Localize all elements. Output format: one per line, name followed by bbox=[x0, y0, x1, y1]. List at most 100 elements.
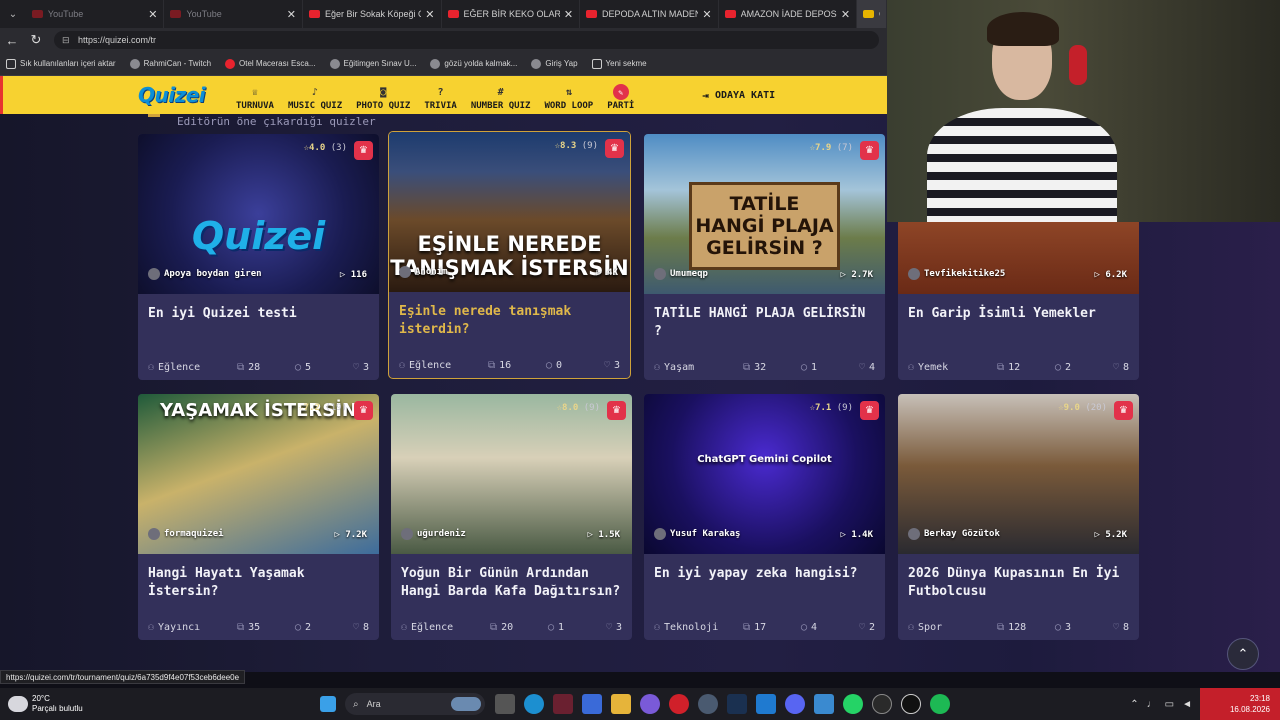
microphone-icon[interactable]: ♩ bbox=[1147, 699, 1157, 710]
quiz-thumbnail[interactable]: EŞİNLE NEREDE TANIŞMAK İSTERSİN ☆8.3 (9)… bbox=[389, 132, 630, 292]
quiz-card[interactable]: EŞİNLE NEREDE TANIŞMAK İSTERSİN ☆8.3 (9)… bbox=[388, 131, 631, 379]
quiz-title[interactable]: Yoğun Bir Günün Ardından Hangi Barda Kaf… bbox=[391, 554, 632, 614]
quiz-thumbnail[interactable]: YAŞAMAK İSTERSİN ☆7.2 (19) ♛ formaquizei… bbox=[138, 394, 379, 554]
like-count[interactable]: ♡ 8 bbox=[1105, 362, 1129, 373]
bookmark-egitimgen[interactable]: Eğitimgen Sınav U... bbox=[329, 58, 416, 69]
bookmark-twitch[interactable]: RahmiCan - Twitch bbox=[129, 58, 211, 69]
weather-widget[interactable]: 20°C Parçalı bulutlu bbox=[0, 688, 228, 720]
like-count[interactable]: ♡ 3 bbox=[345, 362, 369, 373]
like-count[interactable]: ♡ 8 bbox=[1105, 622, 1129, 633]
like-count[interactable]: ♡ 3 bbox=[596, 360, 620, 371]
opera-icon[interactable] bbox=[669, 694, 689, 714]
quiz-card[interactable]: TATİLE HANGİ PLAJA GELİRSİN ? ☆7.9 (7) ♛… bbox=[644, 134, 885, 380]
scroll-to-top-button[interactable]: ⌃ bbox=[1227, 638, 1259, 670]
bookmark-import[interactable]: Sık kullanılanları içeri aktar bbox=[6, 58, 116, 69]
like-count[interactable]: ♡ 4 bbox=[851, 362, 875, 373]
author[interactable]: formaquizei bbox=[148, 528, 224, 540]
back-icon[interactable]: ← bbox=[0, 28, 24, 52]
url-field[interactable]: ⊟ https://quizei.com/tr bbox=[54, 31, 879, 49]
quiz-card[interactable]: ☆9.0 (20) ♛ Berkay Gözütok ▷ 5.2K 2026 D… bbox=[898, 394, 1139, 640]
nav-number-quiz[interactable]: # NUMBER QUIZ bbox=[471, 76, 531, 114]
category[interactable]: ⚇ Yaşam bbox=[654, 362, 743, 373]
browser-tab[interactable]: AMAZON İADE DEPOSUND✕ bbox=[719, 0, 858, 28]
browser-tab[interactable]: YouTube ✕ bbox=[164, 0, 303, 28]
nav-parti[interactable]: ✎ PARTİ bbox=[607, 76, 634, 114]
windows-start-icon[interactable] bbox=[320, 696, 336, 712]
join-room-button[interactable]: ⇥ ODAYA KATI bbox=[702, 89, 775, 102]
task-view-icon[interactable] bbox=[495, 694, 515, 714]
quiz-title[interactable]: En Garip İsimli Yemekler bbox=[898, 294, 1139, 354]
file-explorer-icon[interactable] bbox=[611, 694, 631, 714]
author[interactable]: uğurdeniz bbox=[401, 528, 466, 540]
spotify-icon[interactable] bbox=[930, 694, 950, 714]
category[interactable]: ⚇ Yayıncı bbox=[148, 622, 237, 633]
taskbar-search[interactable]: ⌕ Ara bbox=[345, 693, 485, 715]
tab-close-icon[interactable]: ✕ bbox=[148, 8, 157, 21]
chatgpt-icon[interactable] bbox=[872, 694, 892, 714]
tab-close-icon[interactable]: ✕ bbox=[425, 8, 434, 21]
discord-icon[interactable] bbox=[785, 694, 805, 714]
quiz-card[interactable]: Quizei ☆4.0 (3) ♛ Apoya boydan giren ▷ 1… bbox=[138, 134, 379, 380]
author[interactable]: Tevfikekitike25 bbox=[908, 268, 1005, 280]
nav-photo-quiz[interactable]: ◙ PHOTO QUIZ bbox=[356, 76, 410, 114]
browser-tab[interactable]: Eğer Bir Sokak Köpeği Olarak✕ bbox=[303, 0, 442, 28]
quiz-title[interactable]: En iyi Quizei testi bbox=[138, 294, 379, 354]
settings-icon[interactable] bbox=[698, 694, 718, 714]
tab-close-icon[interactable]: ✕ bbox=[702, 8, 711, 21]
crown-icon[interactable]: ♛ bbox=[354, 141, 373, 160]
quiz-card[interactable]: ☆8.0 (9) ♛ uğurdeniz ▷ 1.5K Yoğun Bir Gü… bbox=[391, 394, 632, 640]
steam-icon[interactable] bbox=[727, 694, 747, 714]
crown-icon[interactable]: ♛ bbox=[354, 401, 373, 420]
site-info-icon[interactable]: ⊟ bbox=[62, 35, 72, 46]
browser-tab-active[interactable]: Q bbox=[857, 0, 888, 28]
clock[interactable]: 23:18 16.08.2026 bbox=[1200, 688, 1280, 720]
tab-list-menu-icon[interactable]: ⌄ bbox=[0, 0, 26, 28]
network-icon[interactable]: ▭ bbox=[1165, 699, 1174, 710]
crown-icon[interactable]: ♛ bbox=[1114, 401, 1133, 420]
crown-icon[interactable]: ♛ bbox=[605, 139, 624, 158]
store-icon[interactable] bbox=[582, 694, 602, 714]
author[interactable]: Anonim bbox=[399, 266, 448, 278]
quizei-logo[interactable]: Quizei bbox=[138, 83, 236, 107]
category[interactable]: ⚇ Yemek bbox=[908, 362, 997, 373]
nav-music-quiz[interactable]: ♪ MUSIC QUIZ bbox=[288, 76, 342, 114]
nav-turnuva[interactable]: ♕ TURNUVA bbox=[236, 76, 274, 114]
quiz-card[interactable]: YAŞAMAK İSTERSİN ☆7.2 (19) ♛ formaquizei… bbox=[138, 394, 379, 640]
category[interactable]: ⚇ Eğlence bbox=[148, 362, 237, 373]
whatsapp-icon[interactable] bbox=[843, 694, 863, 714]
bookmark-giris[interactable]: Giriş Yap bbox=[531, 58, 578, 69]
author[interactable]: Yusuf Karakaş bbox=[654, 528, 740, 540]
quiz-title[interactable]: 2026 Dünya Kupasının En İyi Futbolcusu bbox=[898, 554, 1139, 614]
quiz-thumbnail[interactable]: ChatGPT Gemini Copilot ☆7.1 (9) ♛ Yusuf … bbox=[644, 394, 885, 554]
tab-close-icon[interactable]: ✕ bbox=[841, 8, 850, 21]
quiz-thumbnail[interactable]: ☆8.0 (9) ♛ uğurdeniz ▷ 1.5K bbox=[391, 394, 632, 554]
app-icon[interactable] bbox=[553, 694, 573, 714]
like-count[interactable]: ♡ 2 bbox=[851, 622, 875, 633]
quiz-thumbnail[interactable]: TATİLE HANGİ PLAJA GELİRSİN ? ☆7.9 (7) ♛… bbox=[644, 134, 885, 294]
copilot-icon[interactable] bbox=[640, 694, 660, 714]
edge-icon[interactable] bbox=[524, 694, 544, 714]
category[interactable]: ⚇ Teknoloji bbox=[654, 622, 743, 633]
bookmark-otel[interactable]: Otel Macerası Esca... bbox=[225, 58, 316, 69]
quiz-card[interactable]: ChatGPT Gemini Copilot ☆7.1 (9) ♛ Yusuf … bbox=[644, 394, 885, 640]
category[interactable]: ⚇ Spor bbox=[908, 622, 997, 633]
volume-icon[interactable]: ◄ bbox=[1182, 699, 1192, 710]
browser-tab[interactable]: EĞER BİR KEKO OLARAK DO✕ bbox=[442, 0, 581, 28]
tab-close-icon[interactable]: ✕ bbox=[564, 8, 573, 21]
reload-icon[interactable]: ↻ bbox=[24, 28, 48, 52]
category[interactable]: ⚇ Eğlence bbox=[399, 360, 488, 371]
notepad-icon[interactable] bbox=[814, 694, 834, 714]
crown-icon[interactable]: ♛ bbox=[860, 401, 879, 420]
vscode-icon[interactable] bbox=[756, 694, 776, 714]
nav-word-loop[interactable]: ⇅ WORD LOOP bbox=[544, 76, 593, 114]
quiz-title[interactable]: Hangi Hayatı Yaşamak İstersin? bbox=[138, 554, 379, 614]
quiz-title[interactable]: En iyi yapay zeka hangisi? bbox=[644, 554, 885, 614]
nav-trivia[interactable]: ? TRIVIA bbox=[424, 76, 457, 114]
like-count[interactable]: ♡ 8 bbox=[345, 622, 369, 633]
quiz-thumbnail[interactable]: ☆9.0 (20) ♛ Berkay Gözütok ▷ 5.2K bbox=[898, 394, 1139, 554]
browser-tab[interactable]: YouTube ✕ bbox=[26, 0, 165, 28]
category[interactable]: ⚇ Eğlence bbox=[401, 622, 490, 633]
obs-icon[interactable] bbox=[901, 694, 921, 714]
author[interactable]: Umumeqp bbox=[654, 268, 708, 280]
tab-close-icon[interactable]: ✕ bbox=[287, 8, 296, 21]
